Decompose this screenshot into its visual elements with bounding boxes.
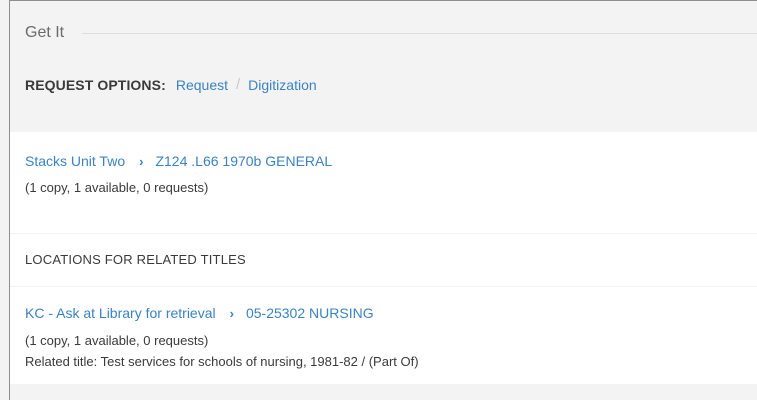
request-link[interactable]: Request — [176, 77, 228, 93]
related-location-link[interactable]: KC - Ask at Library for retrieval — [25, 305, 216, 321]
section-header: Get It — [10, 21, 757, 45]
holding-call-number[interactable]: Z124 .L66 1970b GENERAL — [155, 153, 332, 169]
request-options-row: REQUEST OPTIONS: Request / Digitization — [25, 76, 317, 93]
holding-location-line: Stacks Unit Two › Z124 .L66 1970b GENERA… — [25, 153, 332, 169]
get-it-panel: Get It REQUEST OPTIONS: Request / Digiti… — [9, 0, 757, 400]
chevron-right-icon: › — [139, 153, 144, 169]
holding-card[interactable]: Stacks Unit Two › Z124 .L66 1970b GENERA… — [10, 132, 757, 233]
holding-availability: (1 copy, 1 available, 0 requests) — [25, 180, 209, 195]
related-title: Related title: Test services for schools… — [25, 354, 419, 369]
related-holding-card[interactable]: KC - Ask at Library for retrieval › 05-2… — [10, 287, 757, 384]
chevron-right-icon: › — [229, 305, 234, 321]
holding-location-link[interactable]: Stacks Unit Two — [25, 153, 125, 169]
section-divider — [82, 32, 757, 34]
related-location-line: KC - Ask at Library for retrieval › 05-2… — [25, 305, 374, 321]
related-call-number[interactable]: 05-25302 NURSING — [246, 305, 374, 321]
related-titles-header-card: LOCATIONS FOR RELATED TITLES — [10, 234, 757, 286]
digitization-link[interactable]: Digitization — [248, 77, 316, 93]
related-availability: (1 copy, 1 available, 0 requests) — [25, 333, 209, 348]
request-options-label: REQUEST OPTIONS: — [25, 76, 166, 93]
request-options-separator: / — [236, 76, 241, 93]
section-title: Get It — [25, 24, 65, 41]
related-titles-header: LOCATIONS FOR RELATED TITLES — [25, 252, 246, 267]
